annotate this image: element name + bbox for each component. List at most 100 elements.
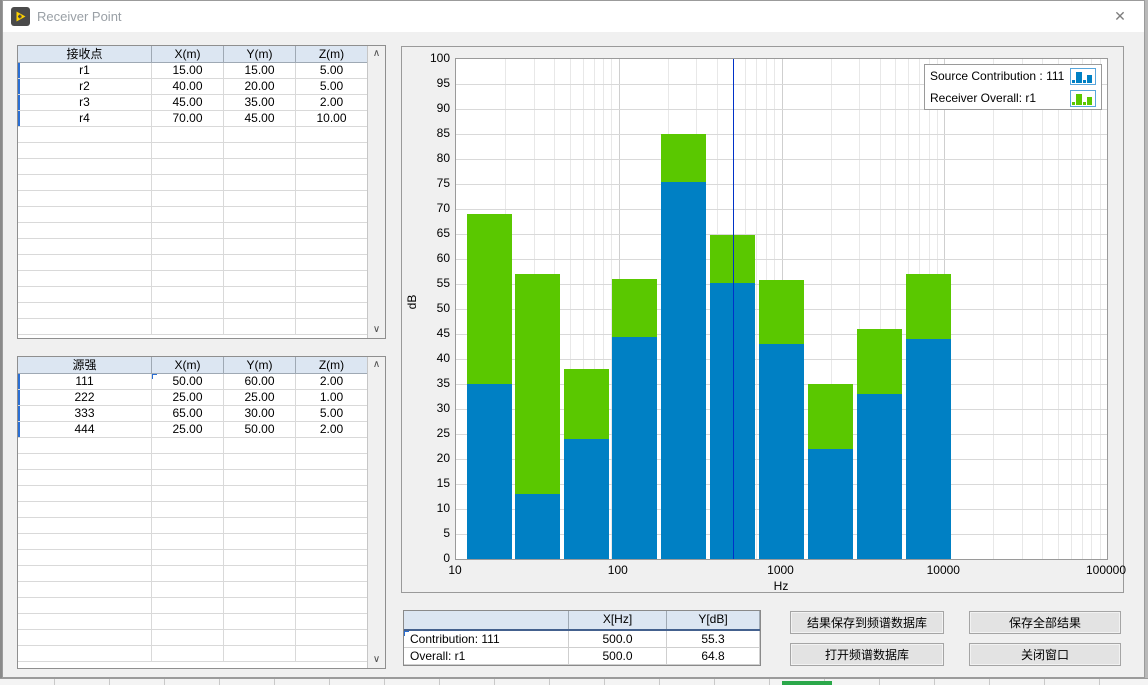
table-cell[interactable]: 111 — [18, 374, 152, 390]
table-cell[interactable]: 70.00 — [152, 111, 224, 127]
table-cell[interactable]: 222 — [18, 390, 152, 406]
table-cell[interactable] — [296, 582, 368, 598]
table-cell[interactable] — [224, 502, 296, 518]
table-row[interactable] — [18, 534, 385, 550]
table-cell[interactable] — [296, 486, 368, 502]
column-header[interactable]: Y(m) — [224, 46, 296, 63]
table-row[interactable] — [18, 223, 385, 239]
table-row[interactable] — [18, 303, 385, 319]
close-window-button[interactable]: 关闭窗口 — [969, 643, 1121, 666]
table-cell[interactable] — [224, 207, 296, 223]
table-cell[interactable] — [224, 223, 296, 239]
table-cell[interactable]: 444 — [18, 422, 152, 438]
table-cell[interactable]: r3 — [18, 95, 152, 111]
table-cell[interactable] — [18, 598, 152, 614]
table-row[interactable] — [18, 143, 385, 159]
vertical-scrollbar[interactable]: ∧∨ — [367, 46, 385, 338]
table-cell[interactable] — [296, 518, 368, 534]
readout-cell[interactable]: Contribution: 111 — [404, 631, 569, 648]
table-row[interactable] — [18, 239, 385, 255]
table-cell[interactable] — [18, 191, 152, 207]
table-cell[interactable] — [152, 127, 224, 143]
table-cell[interactable] — [224, 550, 296, 566]
table-cell[interactable] — [296, 175, 368, 191]
table-cell[interactable] — [224, 303, 296, 319]
table-row[interactable] — [18, 486, 385, 502]
table-cell[interactable] — [224, 630, 296, 646]
column-header[interactable]: 接收点 — [18, 46, 152, 63]
table-cell[interactable] — [224, 127, 296, 143]
table-cell[interactable] — [152, 143, 224, 159]
table-cell[interactable] — [296, 534, 368, 550]
table-cell[interactable]: 25.00 — [152, 422, 224, 438]
table-cell[interactable] — [296, 303, 368, 319]
table-cell[interactable] — [152, 271, 224, 287]
table-cell[interactable]: 5.00 — [296, 63, 368, 79]
table-row[interactable] — [18, 582, 385, 598]
table-row[interactable] — [18, 550, 385, 566]
table-cell[interactable] — [296, 143, 368, 159]
table-cell[interactable] — [224, 582, 296, 598]
table-cell[interactable] — [296, 287, 368, 303]
table-cell[interactable] — [18, 454, 152, 470]
table-cell[interactable] — [224, 486, 296, 502]
table-cell[interactable]: 5.00 — [296, 406, 368, 422]
scroll-up-icon[interactable]: ∧ — [368, 357, 385, 373]
table-row[interactable] — [18, 159, 385, 175]
table-cell[interactable] — [152, 518, 224, 534]
table-row[interactable] — [18, 454, 385, 470]
table-row[interactable] — [18, 191, 385, 207]
table-cell[interactable] — [224, 191, 296, 207]
table-cell[interactable] — [152, 159, 224, 175]
table-cell[interactable]: 10.00 — [296, 111, 368, 127]
table-cell[interactable] — [152, 454, 224, 470]
table-cell[interactable]: 35.00 — [224, 95, 296, 111]
table-cell[interactable] — [18, 518, 152, 534]
table-cell[interactable] — [152, 582, 224, 598]
readout-cell[interactable]: Overall: r1 — [404, 648, 569, 665]
table-row[interactable] — [18, 646, 385, 662]
table-row[interactable] — [18, 470, 385, 486]
table-row[interactable]: r470.0045.0010.00 — [18, 111, 385, 127]
table-cell[interactable] — [18, 646, 152, 662]
table-cell[interactable] — [18, 438, 152, 454]
table-cell[interactable]: 2.00 — [296, 422, 368, 438]
table-cell[interactable] — [296, 502, 368, 518]
table-cell[interactable] — [18, 271, 152, 287]
table-cell[interactable] — [296, 255, 368, 271]
legend-item[interactable]: Receiver Overall: r1 — [925, 87, 1101, 109]
table-cell[interactable] — [18, 143, 152, 159]
table-cell[interactable]: r1 — [18, 63, 152, 79]
table-cell[interactable] — [152, 550, 224, 566]
table-cell[interactable] — [152, 175, 224, 191]
table-cell[interactable] — [152, 223, 224, 239]
scroll-down-icon[interactable]: ∨ — [368, 322, 385, 338]
table-cell[interactable] — [296, 566, 368, 582]
table-cell[interactable] — [18, 319, 152, 335]
table-row[interactable] — [18, 630, 385, 646]
table-cell[interactable] — [296, 550, 368, 566]
table-cell[interactable] — [224, 614, 296, 630]
readout-cell[interactable]: 64.8 — [667, 648, 760, 665]
table-cell[interactable]: 25.00 — [152, 390, 224, 406]
table-cell[interactable] — [152, 486, 224, 502]
table-cell[interactable] — [224, 438, 296, 454]
table-cell[interactable] — [18, 582, 152, 598]
table-cell[interactable] — [152, 191, 224, 207]
table-row[interactable] — [18, 319, 385, 335]
table-cell[interactable] — [224, 534, 296, 550]
table-row[interactable] — [18, 271, 385, 287]
table-row[interactable] — [18, 614, 385, 630]
plot-area[interactable] — [455, 58, 1108, 560]
table-cell[interactable] — [224, 518, 296, 534]
table-cell[interactable] — [152, 438, 224, 454]
table-row[interactable]: r115.0015.005.00 — [18, 63, 385, 79]
table-row[interactable] — [18, 287, 385, 303]
table-row[interactable]: 11150.0060.002.00 — [18, 374, 385, 390]
table-cell[interactable] — [152, 566, 224, 582]
table-cell[interactable] — [224, 287, 296, 303]
column-header[interactable]: X(m) — [152, 46, 224, 63]
table-cell[interactable] — [224, 598, 296, 614]
table-cell[interactable] — [152, 614, 224, 630]
table-cell[interactable] — [152, 319, 224, 335]
